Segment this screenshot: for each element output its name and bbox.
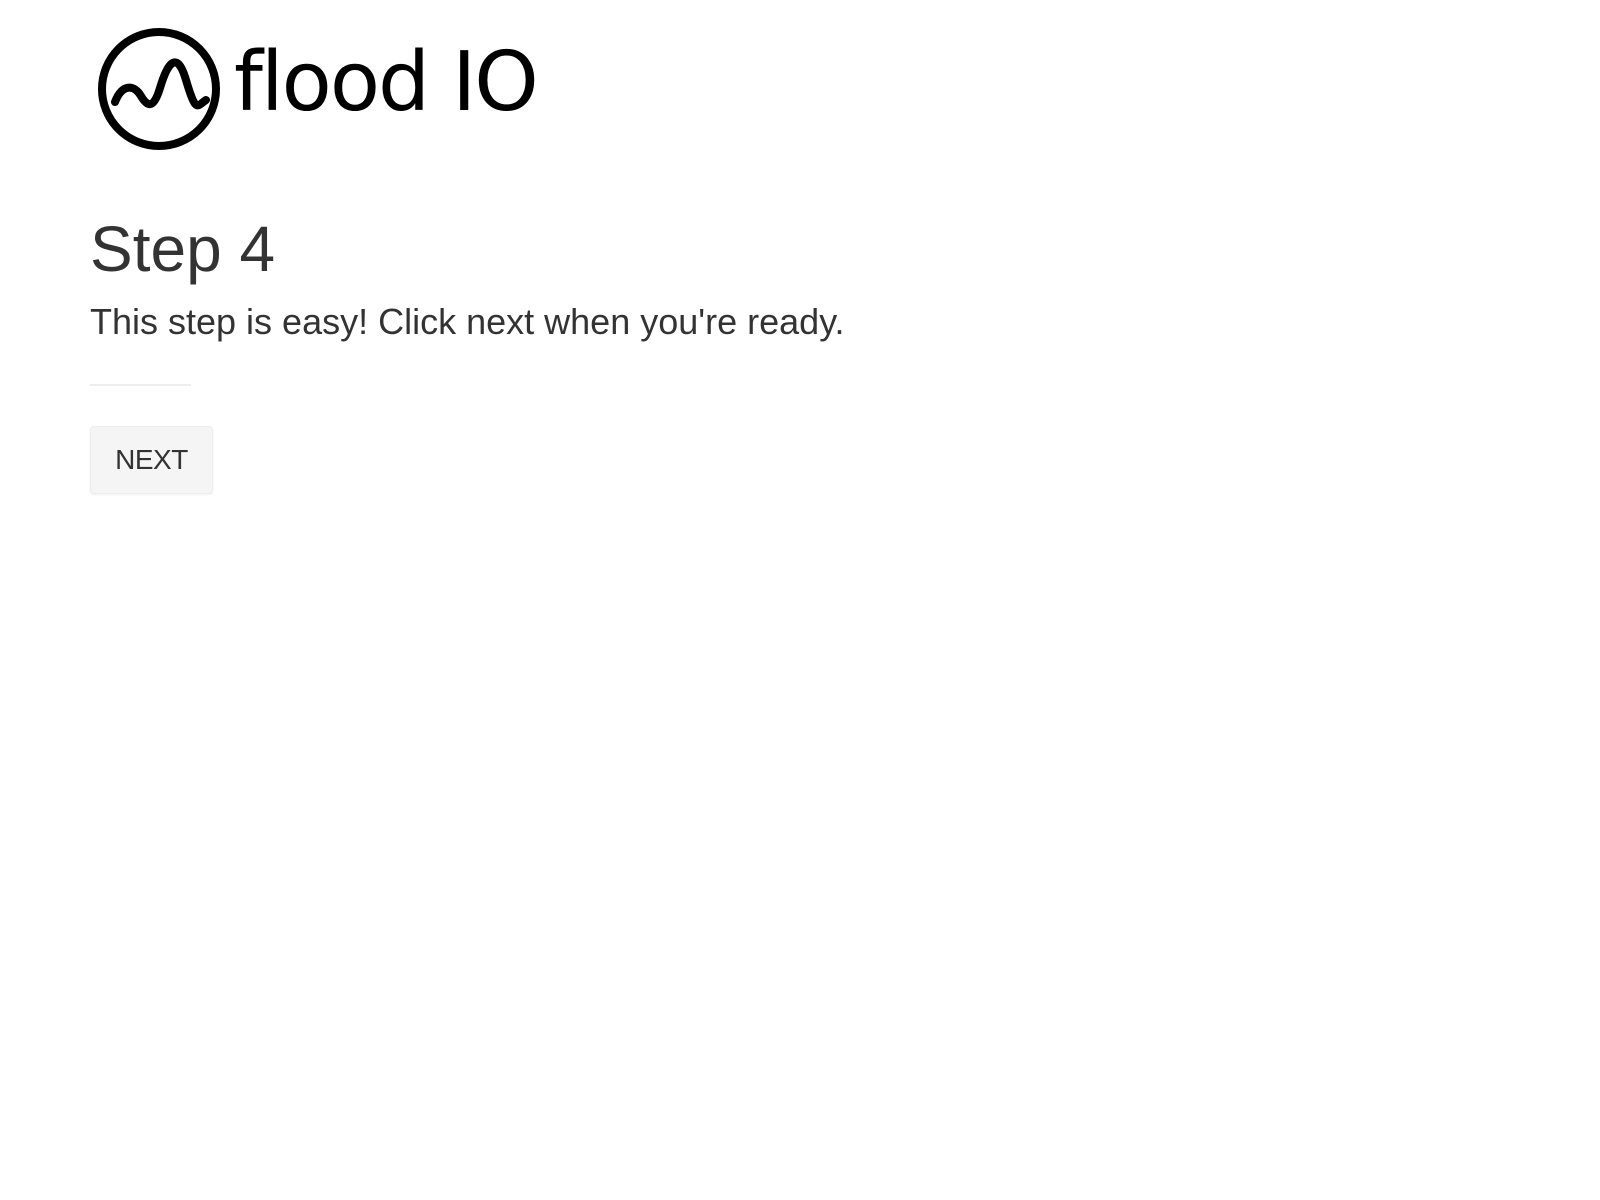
page-title: Step 4 <box>90 213 276 285</box>
next-button[interactable]: NEXT <box>90 426 213 494</box>
brand-name: flood IO <box>234 35 539 130</box>
divider <box>90 384 191 386</box>
flood-io-wave-circle-icon <box>98 28 220 150</box>
step-instruction: This step is easy! Click next when you'r… <box>90 301 845 342</box>
flood-io-logo: flood IO <box>96 26 539 152</box>
